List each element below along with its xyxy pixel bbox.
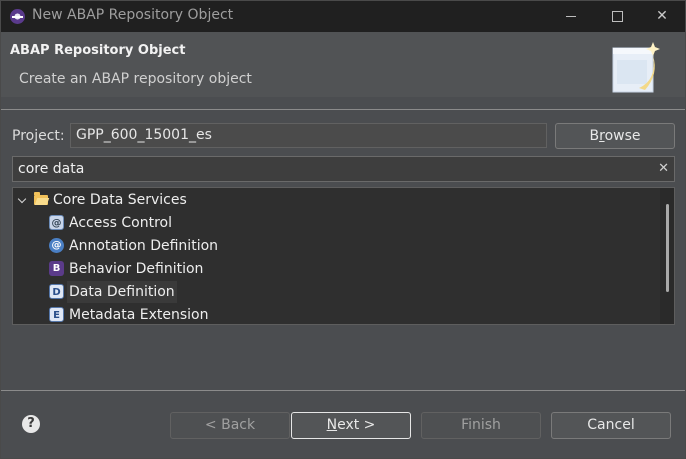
- tree-item-label: Behavior Definition: [69, 261, 204, 277]
- browse-label-suffix: owse: [604, 128, 641, 144]
- close-window-button[interactable]: ✕: [639, 1, 685, 32]
- behavior-definition-icon: B: [49, 261, 64, 276]
- next-mnemonic: N: [326, 417, 338, 433]
- maximize-button[interactable]: [594, 1, 640, 32]
- tree-item-data-definition[interactable]: D Data Definition: [13, 281, 653, 303]
- tree-scrollbar-thumb[interactable]: [666, 204, 669, 292]
- data-definition-icon: D: [49, 284, 64, 299]
- folder-open-icon: [34, 192, 48, 205]
- access-control-icon: @: [49, 215, 64, 230]
- tree-item-metadata-extension[interactable]: E Metadata Extension: [13, 304, 653, 324]
- help-icon[interactable]: ?: [22, 415, 40, 433]
- header-separator: [1, 109, 685, 110]
- finish-button[interactable]: Finish: [421, 412, 541, 439]
- tree-item-label: Access Control: [69, 215, 172, 231]
- cancel-button[interactable]: Cancel: [551, 412, 671, 439]
- dialog-window: New ABAP Repository Object ✕ ABAP Reposi…: [0, 0, 686, 459]
- project-label: Project:: [12, 128, 65, 144]
- tree-item-access-control[interactable]: @ Access Control: [13, 212, 653, 234]
- tree-item-behavior-definition[interactable]: B Behavior Definition: [13, 258, 653, 280]
- browse-button[interactable]: Browse: [555, 123, 675, 149]
- next-label-rest: ext >: [337, 417, 376, 433]
- tree-item-annotation-definition[interactable]: @ Annotation Definition: [13, 235, 653, 257]
- metadata-extension-icon: E: [49, 307, 64, 322]
- object-type-tree[interactable]: Core Data Services @ Access Control @ An…: [12, 187, 675, 325]
- chevron-down-icon[interactable]: [17, 194, 27, 204]
- tree-item-label: Annotation Definition: [69, 238, 219, 254]
- maximize-icon: [611, 10, 623, 22]
- window-title: New ABAP Repository Object: [32, 7, 234, 23]
- project-field[interactable]: GPP_600_15001_es: [70, 123, 547, 148]
- title-bar[interactable]: New ABAP Repository Object ✕: [1, 1, 685, 32]
- tree-item-label: Data Definition: [67, 281, 177, 303]
- eclipse-app-icon: [10, 9, 25, 24]
- footer-separator: [1, 390, 685, 391]
- minimize-button[interactable]: [548, 1, 594, 32]
- wizard-title: ABAP Repository Object: [10, 43, 186, 58]
- wizard-description: Create an ABAP repository object: [19, 71, 252, 87]
- wizard-banner-icon: [612, 42, 660, 93]
- close-icon[interactable]: ✕: [658, 157, 669, 181]
- tree-folder-core-data-services[interactable]: Core Data Services: [13, 189, 653, 211]
- close-icon: ✕: [656, 8, 668, 24]
- annotation-definition-icon: @: [49, 238, 64, 253]
- tree-folder-label: Core Data Services: [53, 192, 187, 208]
- next-button[interactable]: Next >: [291, 412, 411, 439]
- tree-item-label: Metadata Extension: [69, 307, 209, 323]
- wizard-header: ABAP Repository Object Create an ABAP re…: [1, 32, 685, 97]
- minimize-icon: [566, 15, 576, 17]
- filter-text: core data: [18, 161, 85, 177]
- browse-label-prefix: B: [589, 128, 600, 144]
- back-button[interactable]: < Back: [170, 412, 290, 439]
- filter-input[interactable]: core data ✕: [12, 156, 675, 182]
